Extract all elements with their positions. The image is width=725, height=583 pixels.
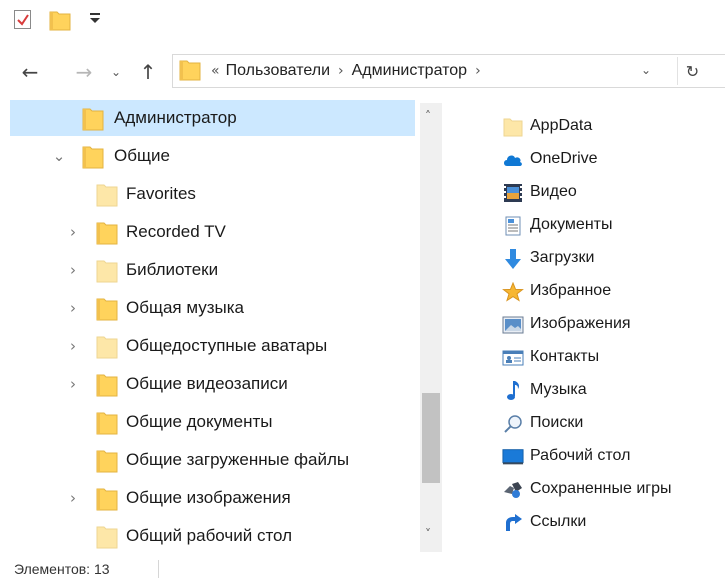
picture-icon: [502, 315, 524, 335]
chevron-down-icon[interactable]: ⌄: [52, 148, 66, 164]
tree-item-label: Общие загруженные файлы: [126, 450, 350, 469]
folder-icon: [96, 373, 118, 401]
folder-icon: [96, 297, 118, 325]
tree-item-shared[interactable]: ⌄ Общие: [10, 138, 415, 174]
tree-item-label: Favorites: [126, 184, 196, 203]
customize-dropdown-icon[interactable]: [90, 12, 100, 27]
content-item-label: Ссылки: [530, 513, 587, 530]
chevron-right-icon[interactable]: ›: [66, 262, 80, 278]
tree-item-public-avatars[interactable]: › Общедоступные аватары: [10, 328, 415, 364]
content-item-label: Видео: [530, 183, 577, 200]
tree-scrollbar[interactable]: ˄ ˅: [420, 103, 442, 552]
tree-item-shared-videos[interactable]: › Общие видеозаписи: [10, 366, 415, 402]
new-folder-icon[interactable]: [49, 9, 71, 35]
breadcrumb-separator-icon[interactable]: ›: [475, 63, 481, 79]
content-item-label: Избранное: [530, 282, 612, 299]
game-piece-icon: [502, 480, 524, 500]
magnifier-icon: [502, 414, 524, 434]
tree-item-label: Библиотеки: [126, 260, 219, 279]
folder-icon: [96, 449, 118, 477]
items-count-label: Элементов: 13: [14, 561, 110, 577]
navigation-tree: Администратор ⌄ Общие Favorites › Record…: [0, 100, 442, 555]
tree-item-label: Recorded TV: [126, 222, 226, 241]
breadcrumb-users[interactable]: Пользователи: [226, 62, 330, 80]
content-item-label: OneDrive: [530, 150, 598, 167]
tree-item-shared-pictures[interactable]: › Общие изображения: [10, 480, 415, 516]
chevron-right-icon[interactable]: ›: [66, 300, 80, 316]
chevron-right-icon[interactable]: ›: [66, 224, 80, 240]
breadcrumb-separator-icon[interactable]: ›: [338, 63, 344, 79]
content-item-label: Музыка: [530, 381, 587, 398]
film-icon: [502, 183, 524, 203]
star-icon: [502, 282, 524, 302]
scroll-down-icon[interactable]: ˅: [425, 527, 431, 541]
folder-light-icon: [96, 335, 118, 363]
properties-check-icon[interactable]: [14, 10, 31, 29]
content-item-label: Поиски: [530, 414, 584, 431]
folder-light-icon: [502, 117, 524, 137]
tree-item-label: Общий рабочий стол: [126, 526, 293, 545]
up-arrow-icon[interactable]: ↑: [136, 59, 160, 85]
tree-item-label: Общие: [114, 146, 170, 165]
content-pane: AppData OneDrive Видео Документы Загрузк…: [470, 100, 725, 555]
content-item-label: Сохраненные игры: [530, 480, 672, 497]
address-dropdown-icon[interactable]: ⌄: [641, 63, 651, 77]
tree-item-label: Общая музыка: [126, 298, 244, 317]
content-item-label: Контакты: [530, 348, 600, 365]
folder-icon: [96, 411, 118, 439]
scrollbar-thumb[interactable]: [422, 393, 440, 483]
tree-item-label: Общие видеозаписи: [126, 374, 288, 393]
scroll-up-icon[interactable]: ˄: [425, 109, 431, 123]
tree-item-public-desktop[interactable]: Общий рабочий стол: [10, 518, 415, 554]
status-bar: Элементов: 13: [0, 556, 725, 583]
content-item-label: Документы: [530, 216, 613, 233]
download-arrow-icon: [502, 249, 524, 269]
folder-light-icon: [96, 525, 118, 553]
folder-icon: [82, 145, 104, 173]
refresh-icon[interactable]: ↻: [677, 57, 707, 85]
tree-item-label: Общие документы: [126, 412, 273, 431]
contact-card-icon: [502, 348, 524, 368]
address-folder-icon: [179, 57, 201, 85]
desktop-icon: [502, 447, 524, 467]
content-item-label: Загрузки: [530, 249, 595, 266]
tree-item-shared-downloads[interactable]: Общие загруженные файлы: [10, 442, 415, 478]
recent-locations-chevron-icon[interactable]: ⌄: [108, 59, 124, 85]
address-bar[interactable]: « Пользователи › Администратор › ⌄ ↻: [172, 54, 725, 88]
chevron-right-icon[interactable]: ›: [66, 376, 80, 392]
back-arrow-icon[interactable]: ←: [18, 59, 42, 85]
quick-access-toolbar: [0, 0, 725, 40]
folder-icon: [96, 221, 118, 249]
chevron-right-icon[interactable]: ›: [66, 338, 80, 354]
status-divider: [158, 560, 159, 578]
document-icon: [502, 216, 524, 236]
tree-item-label: Общедоступные аватары: [126, 336, 328, 355]
content-item-label: Изображения: [530, 315, 631, 332]
tree-item-label: Общие изображения: [126, 488, 291, 507]
content-item-label: Рабочий стол: [530, 447, 631, 464]
tree-item-shared-music[interactable]: › Общая музыка: [10, 290, 415, 326]
folder-icon: [82, 107, 104, 135]
folder-light-icon: [96, 183, 118, 211]
forward-arrow-icon[interactable]: →: [72, 59, 96, 85]
chevron-right-icon[interactable]: ›: [66, 490, 80, 506]
cloud-icon: [502, 150, 524, 170]
folder-light-icon: [96, 259, 118, 287]
tree-item-favorites[interactable]: Favorites: [10, 176, 415, 212]
tree-item-administrator[interactable]: Администратор: [10, 100, 415, 136]
path-overflow-icon[interactable]: «: [211, 63, 220, 79]
link-arrow-icon: [502, 513, 524, 533]
tree-item-recorded-tv[interactable]: › Recorded TV: [10, 214, 415, 250]
content-item-label: AppData: [530, 117, 593, 134]
tree-item-libraries[interactable]: › Библиотеки: [10, 252, 415, 288]
folder-icon: [96, 487, 118, 515]
breadcrumb-administrator[interactable]: Администратор: [352, 62, 467, 80]
tree-item-label: Администратор: [114, 108, 237, 127]
tree-item-shared-documents[interactable]: Общие документы: [10, 404, 415, 440]
music-note-icon: [502, 381, 524, 401]
navigation-bar: ← → ⌄ ↑ « Пользователи › Администратор ›…: [0, 50, 725, 96]
